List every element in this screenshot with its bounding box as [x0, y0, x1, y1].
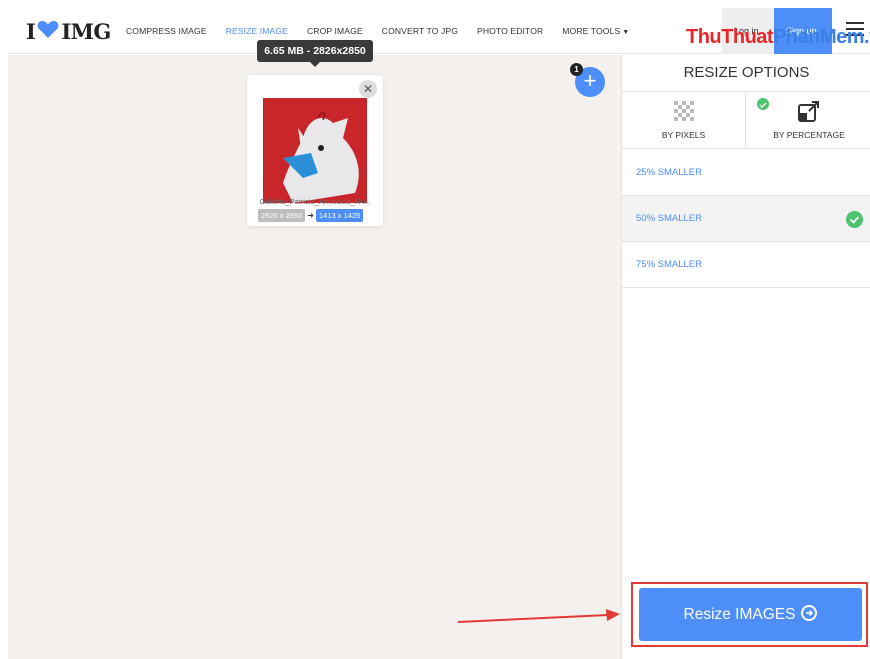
- watermark-part2: PhanMem.vn: [773, 26, 870, 48]
- options-sidebar: RESIZE OPTIONS BY PIXELS BY PERCENTAGE 2…: [621, 55, 870, 659]
- watermark-part1: ThuThuat: [686, 26, 774, 48]
- option-25-smaller[interactable]: 25% SMALLER: [622, 150, 870, 196]
- file-name: Galleria_Patricia_Armocida_PA...: [259, 197, 371, 206]
- option-50-smaller-label: 50% SMALLER: [636, 213, 703, 224]
- resize-images-label: Resize IMAGES: [683, 606, 796, 623]
- logo-text-img: IMG: [61, 18, 111, 44]
- original-dimensions: 2826 x 2850: [258, 209, 306, 222]
- caret-down-icon: ▼: [622, 29, 630, 36]
- nav-more-tools-label: MORE TOOLS: [562, 26, 621, 36]
- dimension-change: 2826 x 2850 ➜ 1413 x 1425: [258, 209, 364, 222]
- watermark: ThuThuatPhanMem.vn: [686, 26, 870, 49]
- sidebar-title: RESIZE OPTIONS: [683, 64, 810, 81]
- nav-compress-image[interactable]: COMPRESS IMAGE: [126, 26, 207, 36]
- resize-images-button[interactable]: Resize IMAGES: [639, 588, 862, 641]
- heart-icon: [37, 19, 59, 44]
- tab-by-pixels-label: BY PIXELS: [661, 130, 706, 140]
- nav-resize-image[interactable]: RESIZE IMAGE: [226, 26, 288, 36]
- remove-file-button[interactable]: ✕: [359, 80, 377, 98]
- ilovimg-logo[interactable]: I IMG: [26, 18, 111, 44]
- option-75-smaller[interactable]: 75% SMALLER: [622, 242, 870, 288]
- main-nav: COMPRESS IMAGE RESIZE IMAGE CROP IMAGE C…: [126, 26, 648, 36]
- nav-more-tools[interactable]: MORE TOOLS ▼: [562, 26, 629, 36]
- arrow-right-icon: ➜: [307, 211, 314, 220]
- nav-photo-editor[interactable]: PHOTO EDITOR: [477, 26, 543, 36]
- check-circle-icon: [846, 211, 863, 228]
- tab-by-percentage-label: BY PERCENTAGE: [773, 130, 845, 140]
- pixels-icon: [673, 100, 695, 127]
- mode-selected-check-icon: [757, 98, 769, 110]
- file-thumbnail: [263, 98, 367, 203]
- resize-mode-tabs: BY PIXELS BY PERCENTAGE: [622, 91, 870, 149]
- window-edge: [0, 0, 8, 659]
- top-navbar: I IMG COMPRESS IMAGE RESIZE IMAGE CROP I…: [8, 8, 870, 54]
- file-count-badge: 1: [570, 63, 583, 76]
- nav-convert-to-jpg[interactable]: CONVERT TO JPG: [382, 26, 458, 36]
- new-dimensions: 1413 x 1425: [316, 209, 364, 222]
- file-info-tooltip: 6.65 MB - 2826x2850: [257, 40, 373, 67]
- option-50-smaller[interactable]: 50% SMALLER: [622, 196, 870, 242]
- nav-crop-image[interactable]: CROP IMAGE: [307, 26, 363, 36]
- annotation-arrow: [458, 609, 620, 623]
- percentage-icon: [798, 100, 820, 127]
- logo-text-i: I: [26, 18, 36, 44]
- tab-by-pixels[interactable]: BY PIXELS: [622, 92, 746, 149]
- arrow-circle-right-icon: [801, 604, 818, 621]
- highlight-box: Resize IMAGES: [631, 582, 868, 647]
